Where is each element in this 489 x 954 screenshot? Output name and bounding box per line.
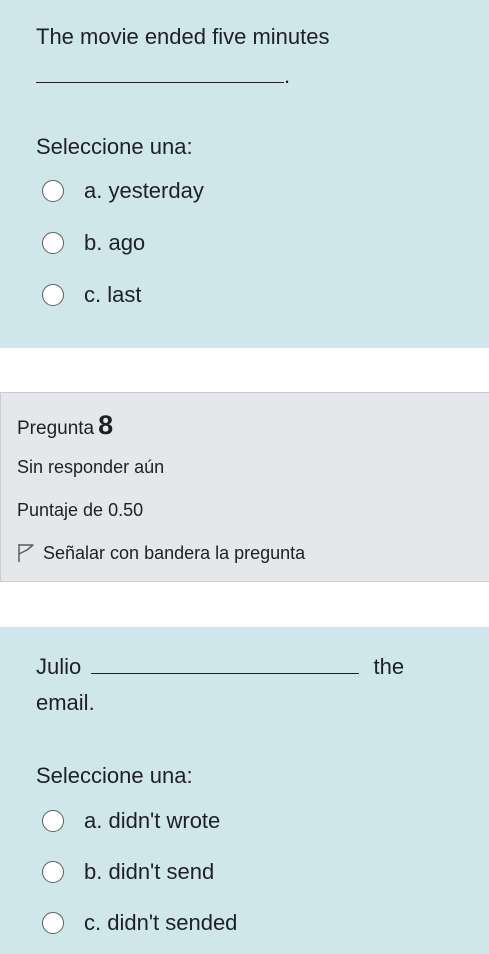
- question-8-text-after: the: [373, 654, 405, 679]
- option-label: a. didn't wrote: [84, 808, 221, 833]
- option-c-didnt-sended[interactable]: c. didn't sended: [42, 908, 237, 938]
- question-7-blank-line: .: [36, 62, 290, 90]
- option-a-yesterday[interactable]: a. yesterday: [42, 176, 204, 206]
- option-c-last[interactable]: c. last: [42, 280, 141, 310]
- radio-button[interactable]: [42, 232, 64, 254]
- select-one-prompt: Seleccione una:: [36, 134, 193, 159]
- question-grade: Puntaje de 0.50: [17, 500, 144, 520]
- option-a-didnt-wrote[interactable]: a. didn't wrote: [42, 806, 220, 836]
- radio-button[interactable]: [42, 180, 64, 202]
- radio-button[interactable]: [42, 810, 64, 832]
- option-label: c. last: [84, 282, 142, 307]
- question-8-content: Julio the email. Seleccione una: a. didn…: [0, 627, 489, 954]
- option-label: a. yesterday: [84, 178, 204, 203]
- question-7-period: .: [284, 63, 291, 88]
- option-b-ago[interactable]: b. ago: [42, 228, 145, 258]
- question-number-value: 8: [98, 410, 114, 440]
- answer-blank: [36, 62, 284, 83]
- radio-button[interactable]: [42, 284, 64, 306]
- quiz-page: The movie ended five minutes . Seleccion…: [0, 0, 489, 954]
- question-8-text-start: Julio: [36, 654, 82, 679]
- flag-label: Señalar con bandera la pregunta: [43, 543, 306, 563]
- question-7-text: The movie ended five minutes: [36, 24, 330, 49]
- option-label: b. didn't send: [84, 859, 215, 884]
- question-label: Pregunta: [17, 418, 95, 439]
- radio-button[interactable]: [42, 912, 64, 934]
- option-label: c. didn't sended: [84, 910, 238, 935]
- question-8-info: Pregunta 8 Sin responder aún Puntaje de 0…: [0, 392, 489, 582]
- select-one-prompt: Seleccione una:: [36, 763, 193, 788]
- flag-question-link[interactable]: Señalar con bandera la pregunta: [17, 541, 305, 565]
- radio-button[interactable]: [42, 861, 64, 883]
- question-8-text-line2: email.: [36, 690, 95, 715]
- flag-icon: [18, 544, 34, 562]
- option-b-didnt-send[interactable]: b. didn't send: [42, 857, 214, 887]
- answer-blank: [91, 653, 360, 674]
- question-7-content: The movie ended five minutes . Seleccion…: [0, 0, 489, 348]
- question-state: Sin responder aún: [17, 457, 165, 477]
- option-label: b. ago: [84, 230, 146, 255]
- question-8-text-line1: Julio the: [36, 653, 404, 681]
- question-number: Pregunta 8: [17, 411, 113, 443]
